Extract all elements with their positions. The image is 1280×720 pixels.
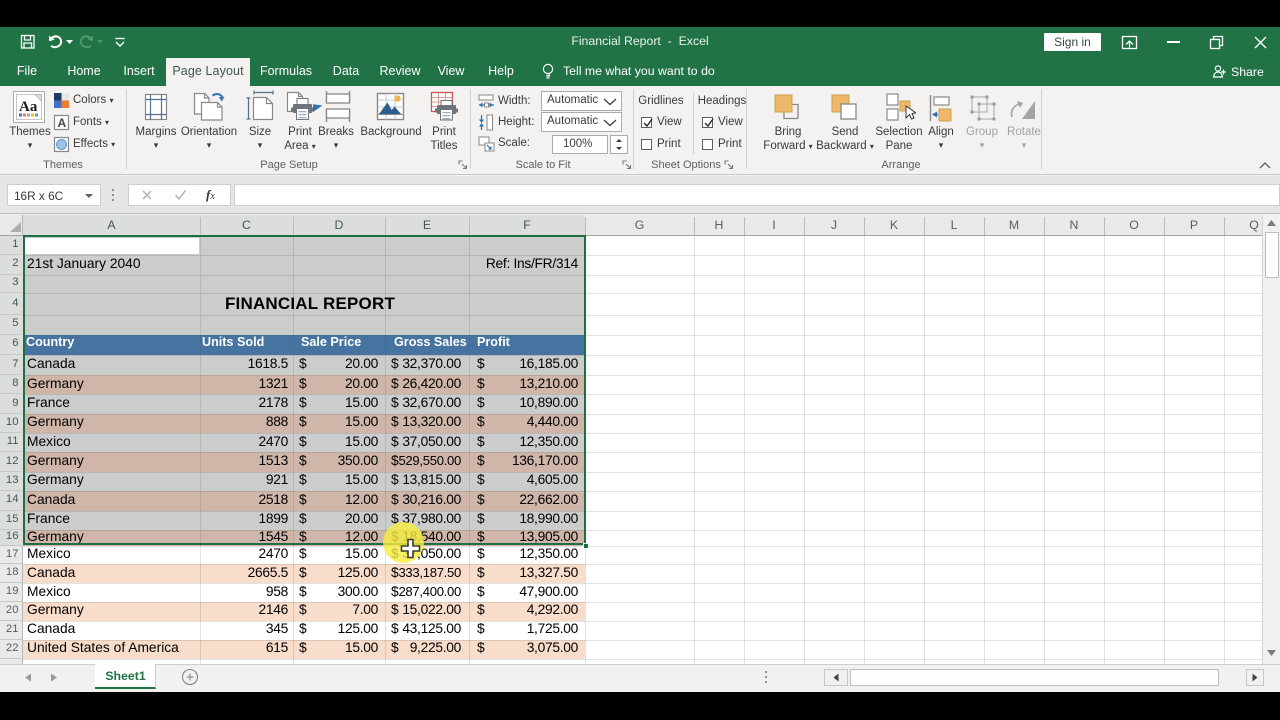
- svg-text:Aa: Aa: [19, 99, 38, 115]
- svg-text:A: A: [58, 116, 67, 130]
